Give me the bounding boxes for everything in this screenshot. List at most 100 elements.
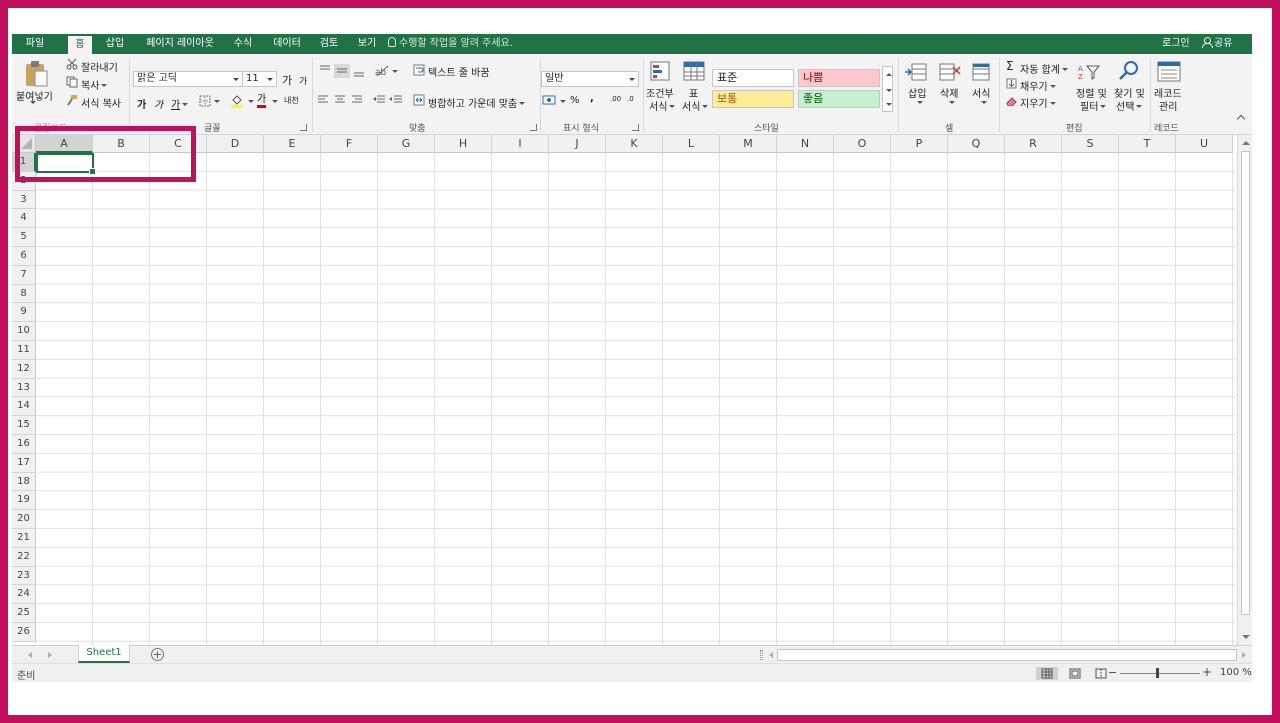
tab-file[interactable]: 파일 bbox=[20, 34, 50, 54]
fill-color-icon[interactable] bbox=[230, 94, 244, 108]
conditional-formatting-button-line2[interactable]: 서식 bbox=[649, 98, 676, 113]
number-format-select[interactable]: 일반 bbox=[541, 71, 639, 87]
row-header-18[interactable]: 18 bbox=[12, 472, 36, 492]
tab-data[interactable]: 데이터 bbox=[268, 34, 306, 54]
insert-cells-button[interactable]: 삽입 bbox=[908, 85, 926, 100]
tab-insert[interactable]: 삽입 bbox=[100, 34, 130, 54]
column-header-g[interactable]: G bbox=[378, 135, 435, 153]
style-normal[interactable]: 표준 bbox=[712, 69, 794, 87]
tab-home[interactable]: 홈 bbox=[68, 36, 92, 54]
tab-review[interactable]: 검토 bbox=[314, 34, 344, 54]
delete-cells-button[interactable]: 삭제 bbox=[940, 85, 958, 100]
orientation-dropdown-icon[interactable] bbox=[392, 70, 398, 73]
scroll-left-icon[interactable] bbox=[769, 652, 773, 658]
row-header-12[interactable]: 12 bbox=[12, 359, 36, 379]
horizontal-align-icons[interactable] bbox=[317, 94, 365, 106]
font-color-button[interactable]: 가 bbox=[257, 94, 267, 108]
vertical-scroll-thumb[interactable] bbox=[1241, 151, 1250, 615]
tell-me-box[interactable]: 수행할 작업을 알려 주세요. bbox=[388, 34, 513, 54]
tab-formulas[interactable]: 수식 bbox=[228, 34, 258, 54]
tab-split-handle[interactable] bbox=[760, 650, 763, 660]
row-header-7[interactable]: 7 bbox=[12, 265, 36, 285]
prev-sheet-icon[interactable] bbox=[28, 652, 32, 658]
column-header-r[interactable]: R bbox=[1005, 135, 1062, 153]
paste-dropdown-icon[interactable] bbox=[30, 101, 36, 104]
font-size-select[interactable]: 11 bbox=[242, 71, 277, 87]
fill-button[interactable]: 채우기 bbox=[1020, 78, 1056, 93]
indent-icons[interactable] bbox=[372, 94, 406, 106]
underline-button[interactable]: 가 bbox=[171, 96, 189, 111]
font-shrink-button[interactable]: 가 bbox=[299, 74, 307, 87]
font-color-dropdown-icon[interactable] bbox=[272, 100, 278, 103]
row-header-25[interactable]: 25 bbox=[12, 604, 36, 623]
scroll-up-icon[interactable] bbox=[1242, 141, 1250, 145]
alignment-dialog-launcher[interactable] bbox=[530, 124, 537, 131]
styles-gallery-scroll[interactable] bbox=[882, 66, 893, 112]
zoom-slider[interactable] bbox=[1120, 673, 1200, 674]
collapse-ribbon-icon[interactable] bbox=[1236, 114, 1246, 124]
paste-icon[interactable] bbox=[24, 60, 48, 88]
orientation-icon[interactable]: ab bbox=[374, 64, 394, 78]
zoom-out-button[interactable]: − bbox=[1108, 666, 1117, 679]
scroll-down-icon[interactable] bbox=[1242, 635, 1250, 639]
column-header-n[interactable]: N bbox=[777, 135, 834, 153]
column-header-t[interactable]: T bbox=[1119, 135, 1176, 153]
row-header-20[interactable]: 20 bbox=[12, 510, 36, 529]
autosum-button[interactable]: 자동 합계 bbox=[1020, 61, 1068, 76]
row-header-5[interactable]: 5 bbox=[12, 228, 36, 247]
row-header-17[interactable]: 17 bbox=[12, 453, 36, 473]
row-header-4[interactable]: 4 bbox=[12, 209, 36, 229]
currency-dropdown-icon[interactable] bbox=[560, 100, 566, 103]
row-header-16[interactable]: 16 bbox=[12, 434, 36, 454]
zoom-in-button[interactable]: + bbox=[1202, 665, 1212, 679]
scroll-right-icon[interactable] bbox=[1242, 652, 1246, 658]
column-header-f[interactable]: F bbox=[321, 135, 378, 153]
row-header-15[interactable]: 15 bbox=[12, 416, 36, 435]
wrap-text-button[interactable]: 텍스트 줄 바꿈 bbox=[428, 64, 490, 79]
sort-filter-button-line2[interactable]: 필터 bbox=[1080, 98, 1107, 113]
row-header-19[interactable]: 19 bbox=[12, 491, 36, 511]
column-header-o[interactable]: O bbox=[834, 135, 891, 153]
phonetic-guide-button[interactable]: 내천 bbox=[284, 95, 299, 106]
login-link[interactable]: 로그인 bbox=[1162, 34, 1190, 53]
column-header-h[interactable]: H bbox=[435, 135, 492, 153]
column-header-e[interactable]: E bbox=[264, 135, 321, 153]
row-header-14[interactable]: 14 bbox=[12, 397, 36, 417]
column-header-i[interactable]: I bbox=[492, 135, 549, 153]
sheet-tab-sheet1[interactable]: Sheet1 bbox=[78, 645, 130, 663]
share-button[interactable]: 공유 bbox=[1202, 34, 1232, 53]
cell-area[interactable] bbox=[36, 153, 1236, 645]
column-header-u[interactable]: U bbox=[1176, 135, 1233, 153]
normal-view-button[interactable] bbox=[1036, 667, 1058, 680]
insert-cells-dropdown-icon[interactable] bbox=[917, 101, 923, 104]
vertical-align-icons[interactable] bbox=[318, 64, 374, 78]
column-header-l[interactable]: L bbox=[663, 135, 720, 153]
font-dialog-launcher[interactable] bbox=[300, 124, 307, 131]
page-layout-view-button[interactable] bbox=[1064, 667, 1086, 680]
percent-button[interactable]: % bbox=[570, 95, 580, 106]
copy-button[interactable]: 복사 bbox=[81, 77, 108, 92]
fill-color-dropdown-icon[interactable] bbox=[248, 100, 254, 103]
vertical-scrollbar[interactable] bbox=[1237, 135, 1252, 645]
increase-decimal-button[interactable]: .00 bbox=[610, 95, 621, 103]
number-dialog-launcher[interactable] bbox=[632, 124, 639, 131]
italic-button[interactable]: 가 bbox=[154, 96, 163, 111]
horizontal-scrollbar[interactable] bbox=[777, 649, 1237, 661]
style-bad[interactable]: 나쁨 bbox=[798, 69, 880, 87]
font-name-select[interactable]: 맑은 고딕 bbox=[133, 71, 243, 87]
record-form-button-line2[interactable]: 관리 bbox=[1159, 98, 1177, 113]
row-header-8[interactable]: 8 bbox=[12, 284, 36, 304]
format-as-table-button-line2[interactable]: 서식 bbox=[682, 98, 709, 113]
column-header-j[interactable]: J bbox=[549, 135, 606, 153]
tab-view[interactable]: 보기 bbox=[352, 34, 382, 54]
format-cells-button[interactable]: 서식 bbox=[972, 85, 990, 100]
border-dropdown-icon[interactable] bbox=[214, 100, 220, 103]
row-header-9[interactable]: 9 bbox=[12, 303, 36, 323]
find-select-button-line2[interactable]: 선택 bbox=[1116, 98, 1143, 113]
row-header-23[interactable]: 23 bbox=[12, 566, 36, 586]
currency-icon[interactable] bbox=[542, 94, 558, 106]
merge-center-button[interactable]: 병합하고 가운데 맞춤 bbox=[428, 95, 526, 110]
row-header-6[interactable]: 6 bbox=[12, 246, 36, 266]
comma-button[interactable]: , bbox=[590, 93, 594, 104]
row-header-24[interactable]: 24 bbox=[12, 585, 36, 605]
